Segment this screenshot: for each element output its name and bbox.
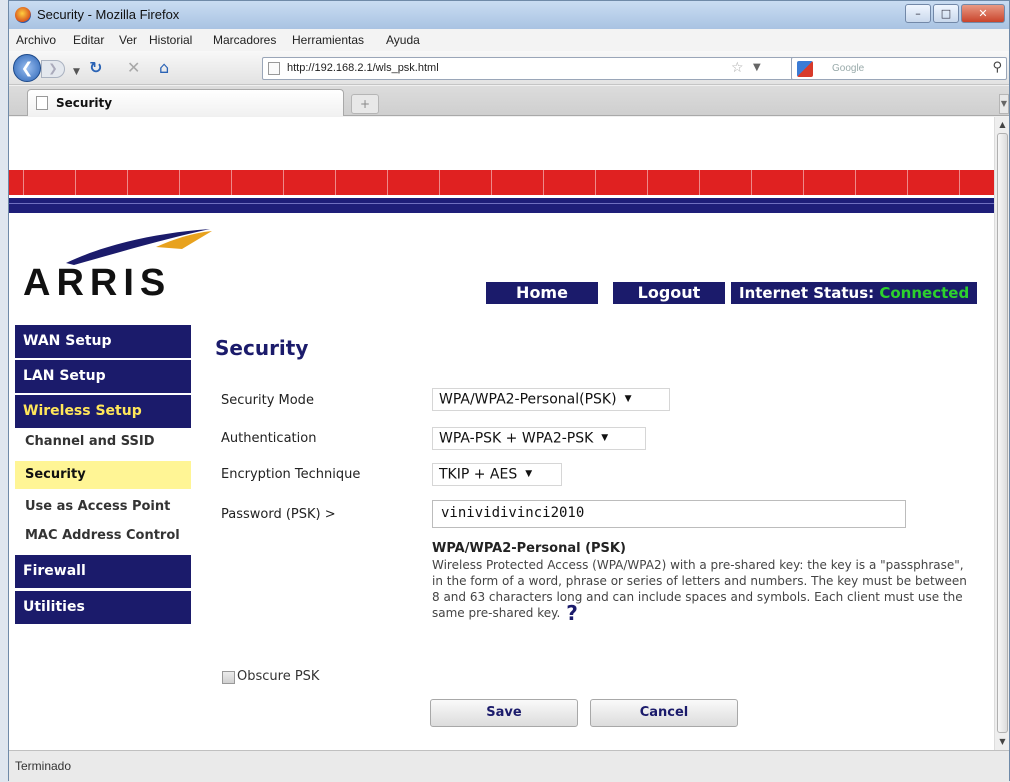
- page-icon: [268, 62, 280, 75]
- scroll-up-icon[interactable]: ▲: [995, 117, 1010, 132]
- encryption-label: Encryption Technique: [221, 467, 361, 482]
- scroll-thumb[interactable]: [997, 133, 1008, 733]
- search-placeholder[interactable]: Google: [832, 63, 864, 74]
- page-title: Security: [215, 336, 309, 360]
- chevron-down-icon[interactable]: ▼: [601, 428, 608, 449]
- sidebar-item-mac-control[interactable]: MAC Address Control: [15, 522, 191, 550]
- help-text: Wireless Protected Access (WPA/WPA2) wit…: [432, 557, 972, 623]
- logout-button[interactable]: Logout: [613, 282, 725, 304]
- firefox-icon: [15, 7, 31, 23]
- vertical-scrollbar[interactable]: ▲ ▼: [994, 117, 1009, 750]
- sidebar-item-utilities[interactable]: Utilities: [15, 591, 191, 624]
- security-mode-value[interactable]: WPA/WPA2-Personal(PSK): [439, 392, 617, 408]
- help-description: Wireless Protected Access (WPA/WPA2) wit…: [432, 558, 967, 620]
- home-icon[interactable]: ⌂: [159, 59, 169, 77]
- window-title: Security - Mozilla Firefox: [37, 7, 180, 22]
- menu-ayuda[interactable]: Ayuda: [386, 33, 420, 47]
- page-content: ARRIS Home Logout Internet Status: Conne…: [9, 117, 994, 750]
- navigation-toolbar: ❮ ❯ ▼ ↻ ✕ ⌂ http://192.168.2.1/wls_psk.h…: [9, 51, 1009, 85]
- arris-logo: ARRIS: [23, 262, 172, 304]
- forward-icon[interactable]: ❯: [41, 60, 65, 78]
- sidebar-item-lan-setup[interactable]: LAN Setup: [15, 360, 191, 393]
- authentication-value[interactable]: WPA-PSK + WPA2-PSK: [439, 431, 593, 447]
- browser-window: Security - Mozilla Firefox – □ ✕ Archivo…: [8, 0, 1010, 782]
- menu-archivo[interactable]: Archivo: [16, 33, 56, 47]
- address-bar[interactable]: http://192.168.2.1/wls_psk.html ☆ ▼: [262, 57, 818, 80]
- save-button[interactable]: Save: [430, 699, 578, 727]
- cancel-button[interactable]: Cancel: [590, 699, 738, 727]
- band-pattern: [9, 170, 994, 195]
- stop-icon[interactable]: ✕: [127, 59, 140, 77]
- obscure-psk-checkbox[interactable]: [222, 671, 235, 684]
- title-bar: Security - Mozilla Firefox – □ ✕: [9, 1, 1009, 29]
- status-bar: Terminado: [9, 750, 1009, 782]
- psk-label: Password (PSK) >: [221, 507, 336, 522]
- chevron-down-icon[interactable]: ▼: [525, 464, 532, 485]
- security-mode-label: Security Mode: [221, 393, 314, 408]
- search-box[interactable]: Google ⚲: [791, 57, 1007, 80]
- psk-input[interactable]: vinividivinci2010: [432, 500, 906, 528]
- bookmark-star-icon[interactable]: ☆: [731, 60, 744, 76]
- search-icon[interactable]: ⚲: [992, 60, 1002, 75]
- menu-marcadores[interactable]: Marcadores: [213, 33, 276, 47]
- internet-status-label: Internet Status:: [739, 284, 875, 302]
- menu-historial[interactable]: Historial: [149, 33, 192, 47]
- url-dropdown-icon[interactable]: ▼: [753, 62, 761, 73]
- page-icon: [36, 96, 48, 110]
- obscure-psk-label[interactable]: Obscure PSK: [237, 669, 319, 684]
- menu-herramientas[interactable]: Herramientas: [292, 33, 364, 47]
- sidebar-item-wan-setup[interactable]: WAN Setup: [15, 325, 191, 358]
- url-text[interactable]: http://192.168.2.1/wls_psk.html: [287, 62, 439, 74]
- sidebar-item-access-point[interactable]: Use as Access Point: [15, 493, 191, 521]
- reload-icon[interactable]: ↻: [89, 59, 102, 77]
- status-text: Terminado: [15, 759, 72, 773]
- sidebar-item-firewall[interactable]: Firewall: [15, 555, 191, 588]
- scroll-down-icon[interactable]: ▼: [995, 734, 1010, 749]
- encryption-value[interactable]: TKIP + AES: [439, 467, 517, 483]
- internet-status-value: Connected: [879, 284, 970, 302]
- header-blue-band: [9, 195, 994, 213]
- chevron-down-icon[interactable]: ▼: [625, 389, 632, 410]
- menu-ver[interactable]: Ver: [119, 33, 137, 47]
- new-tab-button[interactable]: +: [351, 94, 379, 114]
- tab-strip: Security + ▼: [9, 86, 1009, 116]
- security-mode-select[interactable]: WPA/WPA2-Personal(PSK) ▼: [432, 388, 670, 411]
- sidebar-item-security[interactable]: Security: [15, 461, 191, 489]
- search-engine-icon[interactable]: [797, 61, 813, 77]
- minimize-button[interactable]: –: [905, 4, 931, 23]
- tab-security[interactable]: Security: [27, 89, 344, 116]
- home-button[interactable]: Home: [486, 282, 598, 304]
- maximize-button[interactable]: □: [933, 4, 959, 23]
- authentication-select[interactable]: WPA-PSK + WPA2-PSK ▼: [432, 427, 646, 450]
- tab-title[interactable]: Security: [56, 96, 112, 110]
- menu-bar: Archivo Editar Ver Historial Marcadores …: [9, 29, 1009, 51]
- encryption-select[interactable]: TKIP + AES ▼: [432, 463, 562, 486]
- tab-list-icon[interactable]: ▼: [999, 94, 1009, 114]
- close-button[interactable]: ✕: [961, 4, 1005, 23]
- internet-status: Internet Status: Connected: [731, 282, 977, 304]
- history-dropdown-icon[interactable]: ▼: [73, 63, 80, 81]
- back-icon[interactable]: ❮: [13, 54, 41, 82]
- header-red-band: [9, 170, 994, 195]
- sidebar-item-channel-ssid[interactable]: Channel and SSID: [15, 428, 191, 456]
- authentication-label: Authentication: [221, 431, 317, 446]
- arris-swoosh-icon: [66, 229, 212, 265]
- help-title: WPA/WPA2-Personal (PSK): [432, 541, 626, 556]
- menu-editar[interactable]: Editar: [73, 33, 104, 47]
- help-icon[interactable]: ?: [566, 601, 578, 625]
- sidebar-item-wireless-setup[interactable]: Wireless Setup: [15, 395, 191, 428]
- header-divider: [9, 203, 994, 204]
